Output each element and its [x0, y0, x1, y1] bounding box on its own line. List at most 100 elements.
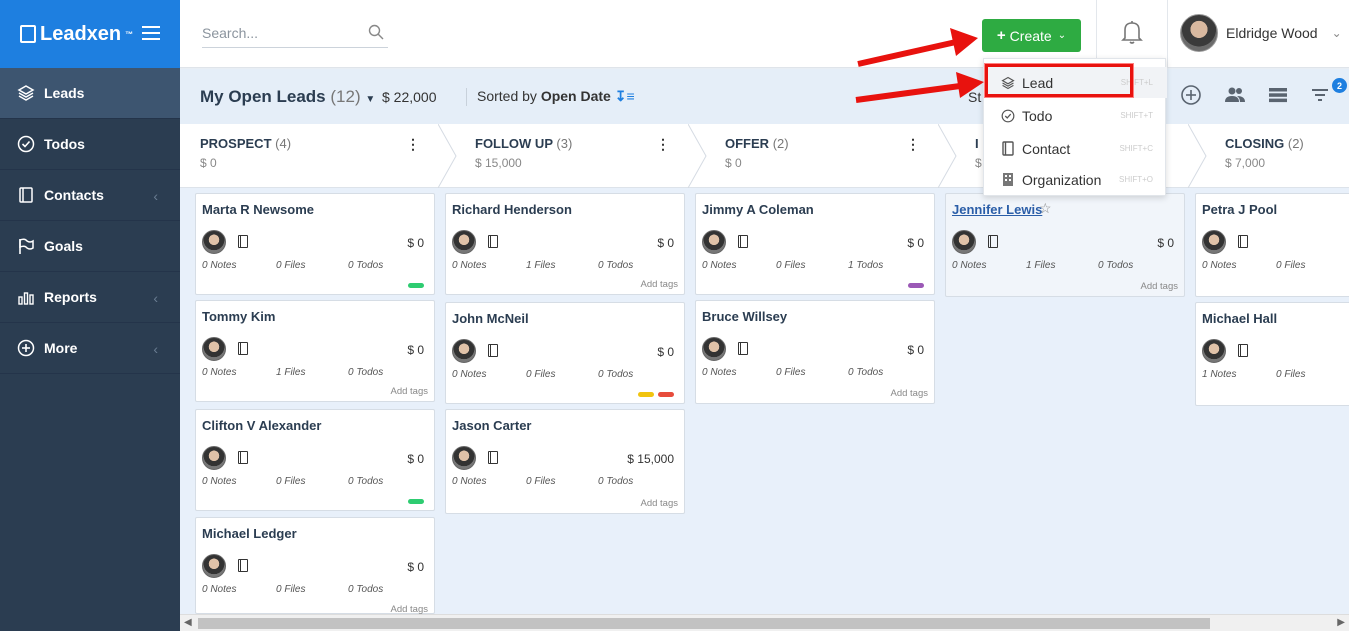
horizontal-scrollbar[interactable]: ◀ ▶ [180, 614, 1349, 631]
lead-card[interactable]: Richard Henderson $ 0 0 Notes 1 Files 0 To… [445, 193, 685, 295]
stage-follow-up[interactable]: FOLLOW UP (3) $ 15,000 ⋮ [455, 124, 707, 188]
menu-item-organization[interactable]: Organization SHIFT+O [984, 164, 1167, 195]
caret-down-icon: ▼ [365, 94, 376, 105]
lead-card[interactable]: Clifton V Alexander $ 0 0 Notes 0 Files 0 … [195, 409, 435, 511]
bell-icon[interactable] [1120, 19, 1144, 50]
lead-card[interactable]: Marta R Newsome $ 0 0 Notes 0 Files 0 Todo… [195, 193, 435, 295]
scroll-left-icon[interactable]: ◀ [184, 617, 192, 628]
lead-name[interactable]: Jimmy A Coleman [702, 202, 814, 217]
tag-pill[interactable] [408, 499, 424, 504]
stage-amount: $ 0 [200, 156, 217, 170]
files-count: 0 Files [776, 367, 806, 378]
tag-pill[interactable] [638, 392, 654, 397]
lead-card[interactable]: John McNeil $ 0 0 Notes 0 Files 0 Todos [445, 302, 685, 404]
contact-book-icon[interactable] [488, 235, 498, 248]
todos-count: 0 Todos [848, 367, 884, 378]
menu-shortcut: SHIFT+O [1118, 175, 1153, 184]
tag-pill[interactable] [908, 283, 924, 288]
add-tags-link[interactable]: Add tags [891, 388, 929, 399]
lead-card[interactable]: Jason Carter $ 15,000 0 Notes 0 Files 0 To… [445, 409, 685, 514]
list-view-icon[interactable] [1268, 87, 1288, 108]
contact-book-icon[interactable] [738, 342, 748, 355]
hamburger-menu-icon[interactable] [142, 26, 160, 40]
sidebar-item-contacts[interactable]: Contacts ‹ [0, 170, 180, 221]
chevron-down-icon: ⌄ [1057, 30, 1067, 41]
lead-card[interactable]: Jimmy A Coleman $ 0 0 Notes 0 Files 1 Todo… [695, 193, 935, 295]
brand-logo[interactable]: Leadxen ™ [20, 23, 133, 46]
address-book-icon [16, 185, 36, 205]
stage-prospect[interactable]: PROSPECT (4) $ 0 ⋮ [180, 124, 457, 188]
add-tags-link[interactable]: Add tags [1141, 281, 1179, 292]
lead-card[interactable]: Petra J Pool 0 Notes 0 Files [1195, 193, 1349, 297]
notes-count: 0 Notes [202, 367, 237, 378]
lead-name[interactable]: Michael Hall [1202, 311, 1277, 326]
sidebar-item-label: Leads [44, 85, 85, 101]
scroll-thumb[interactable] [198, 618, 1210, 629]
contact-book-icon[interactable] [988, 235, 998, 248]
lead-name[interactable]: Marta R Newsome [202, 202, 314, 217]
sort-desc-icon: ↧≡ [614, 88, 635, 104]
contact-book-icon[interactable] [238, 559, 248, 572]
lead-card[interactable]: Tommy Kim $ 0 0 Notes 1 Files 0 Todos Add … [195, 300, 435, 402]
lead-name[interactable]: Michael Ledger [202, 526, 297, 541]
scroll-right-icon[interactable]: ▶ [1337, 617, 1345, 628]
menu-item-todo[interactable]: Todo SHIFT+T [984, 100, 1167, 131]
menu-shortcut: SHIFT+C [1119, 144, 1153, 153]
sidebar-item-reports[interactable]: Reports ‹ [0, 272, 180, 323]
check-circle-icon [1000, 109, 1016, 123]
sidebar-item-more[interactable]: More ‹ [0, 323, 180, 374]
contact-book-icon[interactable] [238, 451, 248, 464]
filter-icon[interactable] [1310, 87, 1330, 108]
search-input[interactable]: Search... [202, 22, 388, 48]
lead-card[interactable]: Jennifer Lewis ☆ $ 0 0 Notes 1 Files 0 Tod… [945, 193, 1185, 297]
lead-card[interactable]: Bruce Willsey $ 0 0 Notes 0 Files 0 Todos … [695, 300, 935, 404]
sidebar-item-goals[interactable]: Goals [0, 221, 180, 272]
create-button[interactable]: + Create ⌄ [982, 19, 1081, 52]
lead-name[interactable]: Tommy Kim [202, 309, 275, 324]
more-vert-icon[interactable]: ⋮ [906, 136, 920, 153]
stage-title: FOLLOW UP [475, 136, 553, 151]
add-tags-link[interactable]: Add tags [641, 498, 679, 509]
user-menu[interactable]: Eldridge Wood ⌄ [1180, 14, 1342, 52]
stage-offer[interactable]: OFFER (2) $ 0 ⋮ [705, 124, 957, 188]
layers-icon [16, 83, 36, 103]
more-vert-icon[interactable]: ⋮ [656, 136, 670, 153]
add-tags-link[interactable]: Add tags [641, 279, 679, 290]
contact-book-icon[interactable] [1238, 344, 1248, 357]
lead-name[interactable]: Richard Henderson [452, 202, 572, 217]
sidebar-item-label: Reports [44, 289, 97, 305]
lead-name[interactable]: John McNeil [452, 311, 529, 326]
files-count: 0 Files [276, 584, 306, 595]
sidebar-item-todos[interactable]: Todos [0, 119, 180, 170]
contact-book-icon[interactable] [238, 342, 248, 355]
lead-name[interactable]: Jennifer Lewis [952, 202, 1042, 217]
more-vert-icon[interactable]: ⋮ [406, 136, 420, 153]
page-title[interactable]: My Open Leads (12) ▼ [200, 87, 375, 107]
add-circle-icon[interactable] [1180, 84, 1202, 111]
lead-card[interactable]: Michael Ledger $ 0 0 Notes 0 Files 0 Todos… [195, 517, 435, 615]
lead-name[interactable]: Bruce Willsey [702, 309, 787, 324]
lead-name[interactable]: Jason Carter [452, 418, 531, 433]
menu-item-contact[interactable]: Contact SHIFT+C [984, 133, 1167, 164]
lead-name[interactable]: Clifton V Alexander [202, 418, 321, 433]
sort-control[interactable]: Sorted by Open Date ↧≡ [466, 88, 635, 106]
contact-book-icon[interactable] [738, 235, 748, 248]
tag-pill[interactable] [658, 392, 674, 397]
users-icon[interactable] [1224, 86, 1246, 109]
star-icon[interactable]: ☆ [1039, 200, 1052, 217]
sidebar-item-leads[interactable]: Leads [0, 68, 180, 119]
search-icon[interactable] [368, 24, 384, 43]
todos-count: 0 Todos [1098, 260, 1134, 271]
add-tags-link[interactable]: Add tags [391, 386, 429, 397]
stage-closing[interactable]: CLOSING (2) $ 7,000 [1205, 124, 1349, 188]
lead-name[interactable]: Petra J Pool [1202, 202, 1277, 217]
contact-book-icon[interactable] [488, 451, 498, 464]
contact-book-icon[interactable] [238, 235, 248, 248]
tag-pill[interactable] [408, 283, 424, 288]
lead-card[interactable]: Michael Hall 1 Notes 0 Files [1195, 302, 1349, 406]
stage-title: PROSPECT [200, 136, 272, 151]
create-label: Create [1009, 27, 1052, 44]
lead-value: $ 0 [407, 236, 424, 250]
contact-book-icon[interactable] [488, 344, 498, 357]
contact-book-icon[interactable] [1238, 235, 1248, 248]
